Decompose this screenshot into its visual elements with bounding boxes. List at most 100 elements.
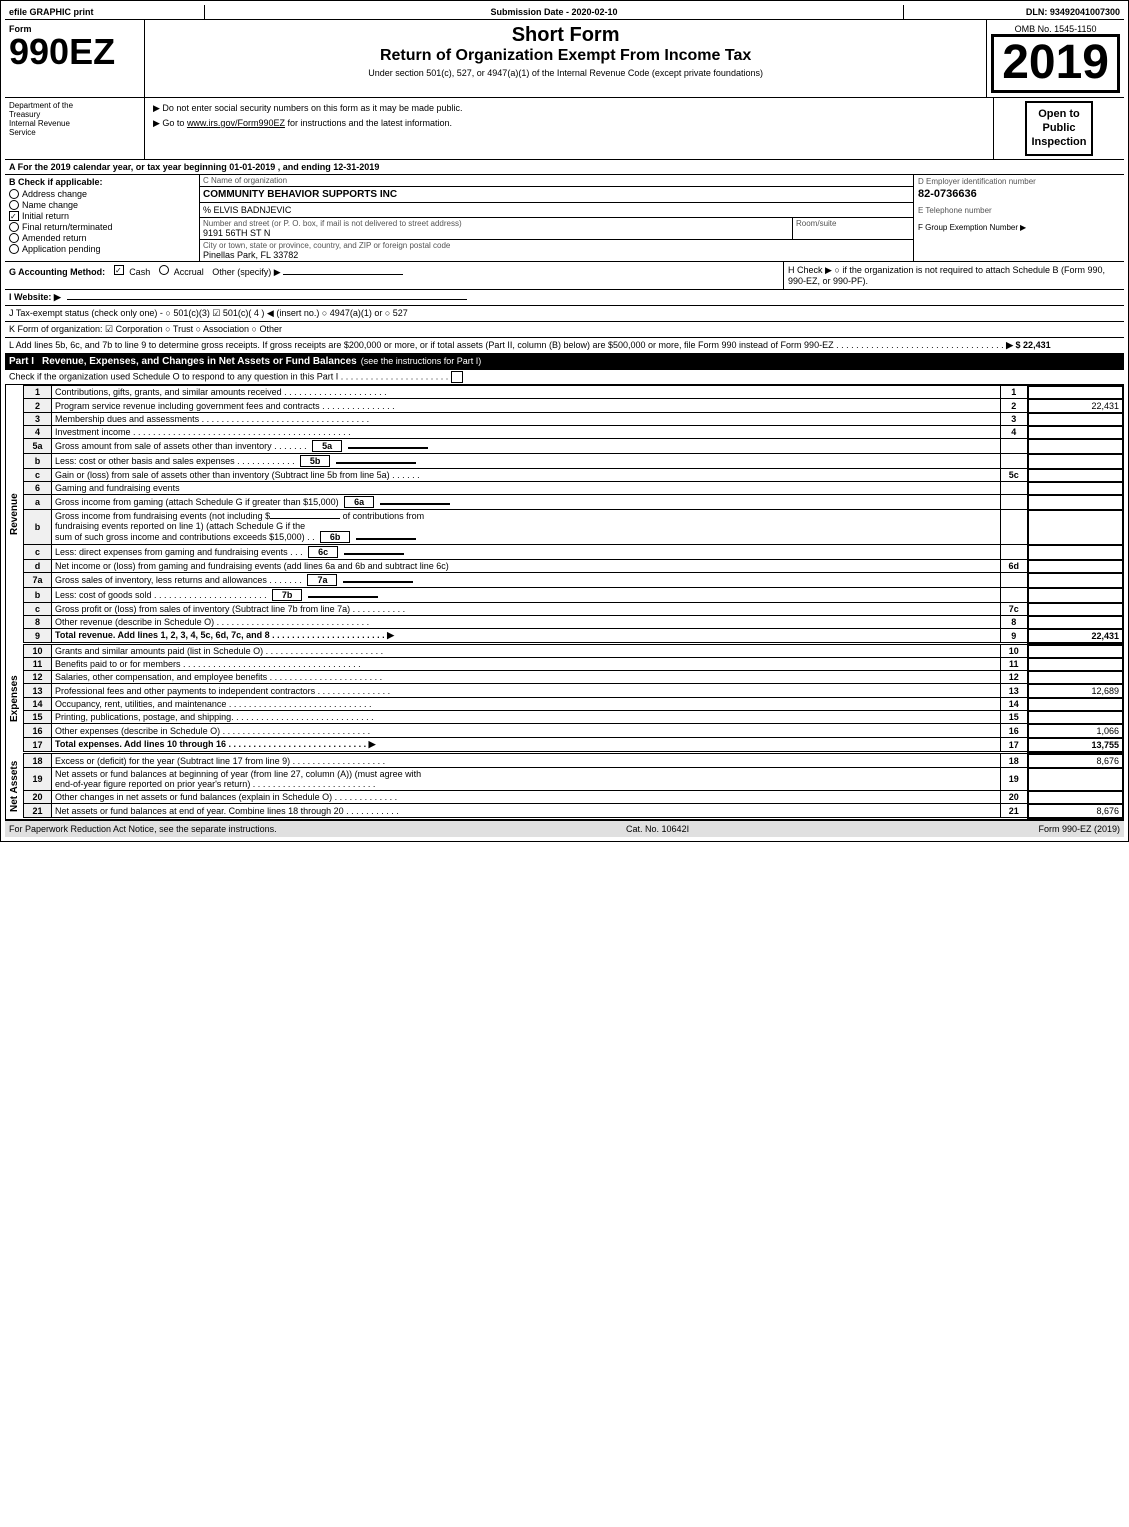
- amt-6a-inline: [380, 503, 450, 505]
- line-20-ref: 20: [1000, 791, 1028, 804]
- line-19-amt: [1028, 768, 1123, 791]
- care-of: % ELVIS BADNJEVIC: [200, 203, 913, 218]
- ref-6a: 6a: [344, 496, 374, 508]
- part1-check-box[interactable]: [451, 371, 463, 383]
- line-11-ref: 11: [1000, 658, 1028, 671]
- cb-application-pending: Application pending: [9, 244, 195, 254]
- line-16-desc: Other expenses (describe in Schedule O) …: [52, 724, 1001, 738]
- rb-final-return[interactable]: [9, 222, 19, 232]
- line-2-ref: 2: [1000, 399, 1028, 413]
- line-3-amt: [1028, 413, 1123, 426]
- line-1-desc: Contributions, gifts, grants, and simila…: [52, 386, 1001, 399]
- line-14-num: 14: [24, 698, 52, 711]
- room-label: Room/suite: [796, 219, 910, 228]
- line-18-amt: 8,676: [1028, 754, 1123, 768]
- rb-name-change[interactable]: [9, 200, 19, 210]
- line-12-desc: Salaries, other compensation, and employ…: [52, 671, 1001, 684]
- header-strip: efile GRAPHIC print Submission Date - 20…: [5, 5, 1124, 20]
- line-7a-desc: Gross sales of inventory, less returns a…: [52, 573, 1001, 588]
- line-16-num: 16: [24, 724, 52, 738]
- line-5b-desc: Less: cost or other basis and sales expe…: [52, 454, 1001, 469]
- line-15-ref: 15: [1000, 711, 1028, 724]
- line-8-amt: [1028, 616, 1123, 629]
- org-name: COMMUNITY BEHAVIOR SUPPORTS INC: [200, 187, 913, 203]
- line-15-amt: [1028, 711, 1123, 724]
- line-6b-amt: [1028, 510, 1123, 545]
- i-label: I Website: ▶: [9, 292, 61, 302]
- ein-value: 82-0736636: [918, 186, 1120, 202]
- group-arrow: ▶: [1020, 223, 1026, 232]
- amt-6b-inline: [356, 538, 416, 540]
- section-b: B Check if applicable: Address change Na…: [5, 175, 200, 261]
- notice2: ▶ Go to www.irs.gov/Form990EZ for instru…: [153, 116, 985, 131]
- amt-5a-inline: [348, 447, 428, 449]
- line-19-ref: 19: [1000, 768, 1028, 791]
- line-11-num: 11: [24, 658, 52, 671]
- line-6c-amt: [1028, 545, 1123, 560]
- table-row: a Gross income from gaming (attach Sched…: [24, 495, 1124, 510]
- year-block: OMB No. 1545-1150 2019: [987, 20, 1124, 97]
- line-11-desc: Benefits paid to or for members . . . . …: [52, 658, 1001, 671]
- line-7b-desc: Less: cost of goods sold . . . . . . . .…: [52, 588, 1001, 603]
- table-row: b Less: cost of goods sold . . . . . . .…: [24, 588, 1124, 603]
- cb-initial-return-box[interactable]: [9, 211, 19, 221]
- cb-cash[interactable]: [114, 265, 124, 275]
- table-row: 5a Gross amount from sale of assets othe…: [24, 439, 1124, 454]
- table-row: 7a Gross sales of inventory, less return…: [24, 573, 1124, 588]
- expenses-table-container: 10 Grants and similar amounts paid (list…: [23, 644, 1124, 753]
- net-assets-table-container: 18 Excess or (deficit) for the year (Sub…: [23, 753, 1124, 819]
- cb-amended-return: Amended return: [9, 233, 195, 243]
- form-number: 990EZ: [9, 34, 140, 70]
- line-9-desc: Total revenue. Add lines 1, 2, 3, 4, 5c,…: [52, 629, 1001, 643]
- bcd-area: B Check if applicable: Address change Na…: [5, 175, 1124, 262]
- ref-7b: 7b: [272, 589, 302, 601]
- other-input[interactable]: [283, 274, 403, 275]
- line-4-desc: Investment income . . . . . . . . . . . …: [52, 426, 1001, 439]
- website-input[interactable]: [67, 299, 467, 300]
- line-4-amt: [1028, 426, 1123, 439]
- line-20-num: 20: [24, 791, 52, 804]
- line-5a-num: 5a: [24, 439, 52, 454]
- line-2-amt: 22,431: [1028, 399, 1123, 413]
- title-center: Short Form Return of Organization Exempt…: [145, 20, 987, 97]
- line-6-amt: [1028, 482, 1123, 495]
- line-21-desc: Net assets or fund balances at end of ye…: [52, 804, 1001, 818]
- table-row: 6 Gaming and fundraising events: [24, 482, 1124, 495]
- line-6-desc: Gaming and fundraising events: [52, 482, 1001, 495]
- amt-5b-inline: [336, 462, 416, 464]
- line-7b-num: b: [24, 588, 52, 603]
- table-row: 2 Program service revenue including gove…: [24, 399, 1124, 413]
- table-row: 3 Membership dues and assessments . . . …: [24, 413, 1124, 426]
- line-3-ref: 3: [1000, 413, 1028, 426]
- line-9-amt: 22,431: [1028, 629, 1123, 643]
- rb-address-change[interactable]: [9, 189, 19, 199]
- line-17-num: 17: [24, 738, 52, 752]
- open-public-text: Open to Public Inspection: [1025, 101, 1092, 156]
- city-value: Pinellas Park, FL 33782: [203, 250, 910, 260]
- line-5c-desc: Gain or (loss) from sale of assets other…: [52, 469, 1001, 482]
- section-l: L Add lines 5b, 6c, and 7b to line 9 to …: [5, 338, 1124, 354]
- line-6b-num: b: [24, 510, 52, 545]
- b-label: B Check if applicable:: [9, 177, 195, 187]
- line-13-desc: Professional fees and other payments to …: [52, 684, 1001, 698]
- line-6d-desc: Net income or (loss) from gaming and fun…: [52, 560, 1001, 573]
- line-5a-ref-empty: [1000, 439, 1028, 454]
- line-9-ref: 9: [1000, 629, 1028, 643]
- line-7c-num: c: [24, 603, 52, 616]
- amt-7a-inline: [343, 581, 413, 583]
- table-row: 15 Printing, publications, postage, and …: [24, 711, 1124, 724]
- line-5b-amt: [1028, 454, 1123, 469]
- phone-label: E Telephone number: [918, 206, 1120, 215]
- line-6-num: 6: [24, 482, 52, 495]
- rb-amended-return[interactable]: [9, 233, 19, 243]
- section-d: D Employer identification number 82-0736…: [914, 175, 1124, 261]
- table-row: 17 Total expenses. Add lines 10 through …: [24, 738, 1124, 752]
- cb-initial-return: Initial return: [9, 211, 195, 221]
- rb-accrual[interactable]: [159, 265, 169, 275]
- line-6b-desc: Gross income from fundraising events (no…: [52, 510, 1001, 545]
- rb-application-pending[interactable]: [9, 244, 19, 254]
- line-5c-ref: 5c: [1000, 469, 1028, 482]
- form-number-block: Form 990EZ: [5, 20, 145, 97]
- open-public-block: Open to Public Inspection: [994, 98, 1124, 159]
- line-10-desc: Grants and similar amounts paid (list in…: [52, 645, 1001, 658]
